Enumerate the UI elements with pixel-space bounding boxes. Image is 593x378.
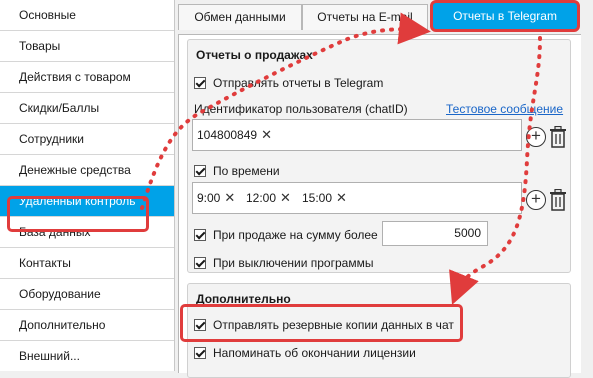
sidebar-item-additional[interactable]: Дополнительно [0,310,174,341]
sidebar-item-employees[interactable]: Сотрудники [0,124,174,155]
close-icon[interactable]: ✕ [224,190,235,206]
sidebar-highlight-frame [7,196,149,232]
sale-amount-input[interactable]: 5000 [382,221,488,246]
settings-sidebar: Основные Товары Действия с товаром Скидк… [0,0,175,371]
close-icon[interactable]: ✕ [336,190,347,206]
on-shutdown-label: При выключении программы [213,256,374,270]
chat-id-label: Идентификатор пользователя (chatID) [194,102,408,116]
tab-email-reports[interactable]: Отчеты на E-mail [302,4,428,30]
on-sale-checkbox[interactable] [194,229,206,241]
time-value: 12:00 [246,191,277,205]
send-reports-checkbox-row[interactable]: Отправлять отчеты в Telegram [194,76,383,90]
time-value: 9:00 [197,191,221,205]
close-icon[interactable]: ✕ [280,190,291,206]
sales-reports-title: Отчеты о продажах [196,48,313,62]
on-sale-checkbox-row[interactable]: При продаже на сумму более [194,228,378,242]
sidebar-item-external[interactable]: Внешний... [0,341,174,371]
trash-icon[interactable] [549,126,567,148]
sale-amount-value: 5000 [454,226,481,240]
sidebar-item-goods[interactable]: Товары [0,31,174,62]
backup-highlight-frame [180,304,463,342]
on-shutdown-checkbox-row[interactable]: При выключении программы [194,256,373,270]
time-chip: 12:00 ✕ [246,190,291,206]
tab-telegram-reports[interactable]: Отчеты в Telegram [430,0,580,32]
send-reports-label: Отправлять отчеты в Telegram [213,76,384,90]
sidebar-item-basic[interactable]: Основные [0,0,174,31]
on-shutdown-checkbox[interactable] [194,257,206,269]
trash-icon[interactable] [549,189,567,211]
sidebar-item-equipment[interactable]: Оборудование [0,279,174,310]
on-sale-label: При продаже на сумму более [213,228,378,242]
add-time-button[interactable]: + [526,190,546,210]
time-list-input[interactable] [192,182,522,214]
license-checkbox [194,347,206,359]
time-chip: 15:00 ✕ [302,190,347,206]
by-time-checkbox[interactable] [194,165,206,177]
chat-id-chip: 104800849 ✕ [197,127,272,143]
sidebar-item-contacts[interactable]: Контакты [0,248,174,279]
license-checkbox-row[interactable]: Напоминать об окончании лицензии [194,346,416,360]
by-time-label: По времени [213,164,280,178]
test-message-link[interactable]: Тестовое сообщение [446,102,563,116]
license-label: Напоминать об окончании лицензии [213,346,416,360]
chat-id-value: 104800849 [197,128,258,142]
time-value: 15:00 [302,191,333,205]
sidebar-item-goods-actions[interactable]: Действия с товаром [0,62,174,93]
time-chip: 9:00 ✕ [197,190,235,206]
tab-data-exchange[interactable]: Обмен данными [178,4,302,30]
add-chat-id-button[interactable]: + [526,127,546,147]
by-time-checkbox-row[interactable]: По времени [194,164,280,178]
close-icon[interactable]: ✕ [261,127,272,143]
sales-reports-group: Отчеты о продажах Отправлять отчеты в Te… [187,39,571,273]
sidebar-item-money[interactable]: Денежные средства [0,155,174,186]
sidebar-item-discounts[interactable]: Скидки/Баллы [0,93,174,124]
send-reports-checkbox[interactable] [194,77,206,89]
